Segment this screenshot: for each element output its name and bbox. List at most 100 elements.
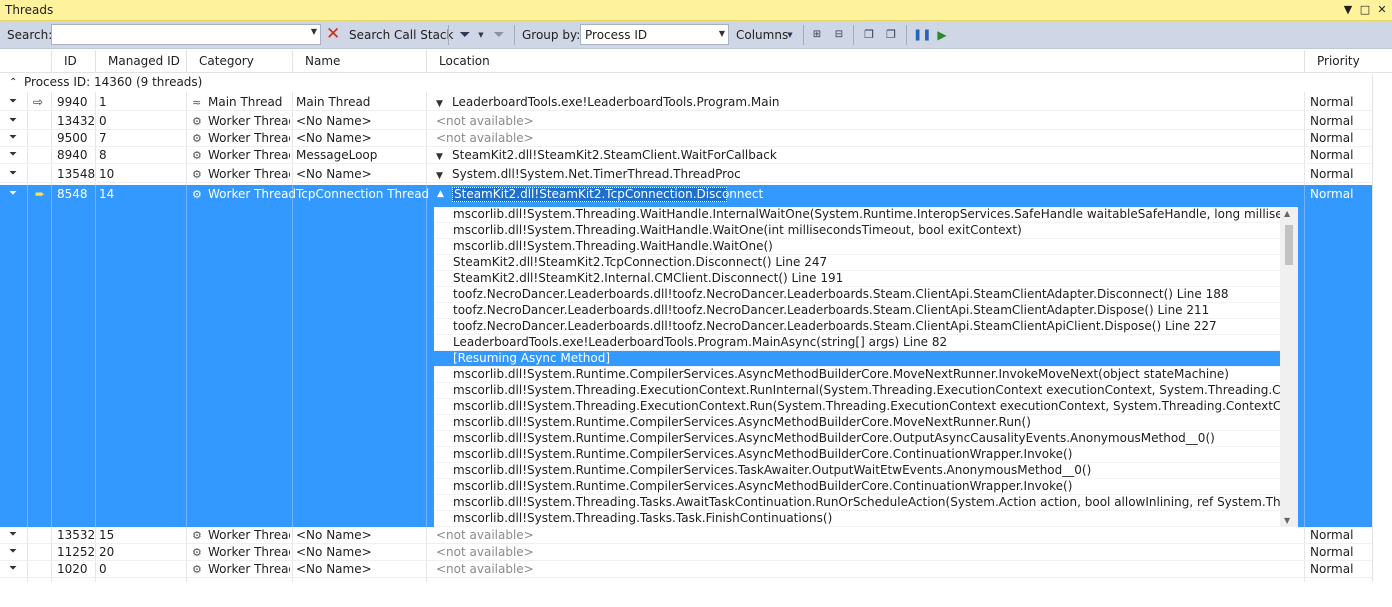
call-stack-scrollbar[interactable]: ▲ ▼	[1280, 207, 1298, 527]
worker-thread-icon: ⚙	[192, 563, 202, 576]
stack-frame[interactable]: mscorlib.dll!System.Runtime.CompilerServ…	[434, 479, 1280, 495]
stack-frame[interactable]: mscorlib.dll!System.Threading.Tasks.Awai…	[434, 495, 1280, 511]
chevron-down-icon[interactable]: ▼	[436, 96, 452, 111]
chevron-down-icon[interactable]: ▼	[719, 29, 725, 38]
call-stack-list[interactable]: mscorlib.dll!System.Threading.WaitHandle…	[434, 207, 1298, 527]
flag-icon[interactable]: ⏷	[9, 186, 17, 203]
thread-row[interactable]: ⏷ 9500 7 ⚙ Worker Thread <No Name> <not a…	[0, 130, 1392, 147]
filter-off-icon[interactable]: ⏷	[491, 26, 507, 44]
thread-row[interactable]: ⏷ 1020 0 ⚙ Worker Thread <No Name> <not a…	[0, 561, 1392, 578]
managed-id: 1	[99, 95, 107, 109]
stack-frame[interactable]: mscorlib.dll!System.Runtime.CompilerServ…	[434, 415, 1280, 431]
thread-name: <No Name>	[296, 167, 372, 181]
dropdown-icon[interactable]: ▼	[1340, 2, 1356, 18]
search-call-stack-button[interactable]: Search Call Stack	[349, 28, 453, 42]
thread-row[interactable]: ⏷ 8940 8 ⚙ Worker Thread MessageLoop ▼ Ste…	[0, 147, 1392, 164]
scroll-down-icon[interactable]: ▼	[1284, 516, 1290, 525]
chevron-up-icon[interactable]: ▲	[437, 186, 444, 203]
category-label: Worker Thread	[208, 187, 297, 201]
priority: Normal	[1310, 562, 1354, 576]
grid-line	[51, 185, 52, 527]
column-header-category[interactable]: Category	[186, 50, 292, 73]
group-by-value: Process ID	[585, 28, 648, 42]
columns-button[interactable]: Columns	[736, 28, 788, 42]
expand-all-icon[interactable]: ⊞	[810, 26, 824, 44]
grid-line	[426, 185, 427, 527]
column-header-managed-id[interactable]: Managed ID	[95, 50, 186, 73]
worker-thread-icon: ⚙	[192, 529, 202, 542]
stack-frame[interactable]: SteamKit2.dll!SteamKit2.Internal.CMClien…	[434, 271, 1280, 287]
stack-frame[interactable]: mscorlib.dll!System.Threading.WaitHandle…	[434, 223, 1280, 239]
thread-name: MessageLoop	[296, 148, 378, 162]
group-by-select[interactable]: Process ID ▼	[580, 24, 729, 45]
stack-frame[interactable]: toofz.NecroDancer.Leaderboards.dll!toofz…	[434, 303, 1280, 319]
stack-frame[interactable]: mscorlib.dll!System.Runtime.CompilerServ…	[434, 431, 1280, 447]
close-icon[interactable]: ✕	[1374, 2, 1390, 18]
freeze-threads-icon[interactable]: ❚❚	[913, 26, 931, 44]
thread-id: 11252	[57, 545, 95, 559]
flag-icon[interactable]: ⏷	[9, 147, 23, 164]
maximize-icon[interactable]: □	[1357, 2, 1373, 18]
scrollbar-thumb[interactable]	[1285, 225, 1293, 265]
column-header-location[interactable]: Location	[426, 50, 1304, 73]
column-header-id[interactable]: ID	[51, 50, 95, 73]
column-header-name[interactable]: Name	[292, 50, 426, 73]
chevron-down-icon[interactable]: ▼	[311, 27, 317, 36]
expand-callstacks-icon[interactable]: ❐	[861, 26, 877, 44]
category-cell: ⚙ Worker Thread	[192, 113, 290, 130]
filter-icon[interactable]: ⏷	[457, 26, 473, 44]
category-cell: ⚙ Worker Thread	[192, 147, 290, 164]
managed-id: 20	[99, 545, 115, 559]
location-cell[interactable]: ▼ LeaderboardTools.exe!LeaderboardTools.P…	[436, 94, 1296, 111]
thread-name: <No Name>	[296, 528, 372, 542]
stack-frame[interactable]: mscorlib.dll!System.Threading.ExecutionC…	[434, 383, 1280, 399]
flag-icon[interactable]: ⏷	[9, 94, 23, 111]
header-flag-col[interactable]	[27, 50, 51, 73]
stack-frame[interactable]: mscorlib.dll!System.Runtime.CompilerServ…	[434, 463, 1280, 479]
stack-frame[interactable]: mscorlib.dll!System.Threading.WaitHandle…	[434, 239, 1280, 255]
scroll-up-icon[interactable]: ▲	[1284, 209, 1290, 218]
flag-icon[interactable]: ⏷	[9, 113, 23, 130]
stack-frame[interactable]: mscorlib.dll!System.Threading.WaitHandle…	[434, 207, 1280, 223]
collapse-arrow-icon[interactable]: ⌃	[9, 74, 17, 91]
stack-frame[interactable]: toofz.NecroDancer.Leaderboards.dll!toofz…	[434, 287, 1280, 303]
collapse-callstacks-icon[interactable]: ❐	[883, 26, 899, 44]
thread-id: 9940	[57, 95, 88, 109]
flag-icon[interactable]: ⏷	[9, 544, 23, 561]
thread-row[interactable]: ⏷ 13532 15 ⚙ Worker Thread <No Name> <not…	[0, 527, 1392, 544]
search-input[interactable]	[52, 25, 302, 44]
clear-search-icon[interactable]: ✕	[326, 25, 340, 43]
thread-row[interactable]: ⏷ ⇨ 9940 1 ≈ Main Thread Main Thread ▼ Lea…	[0, 94, 1392, 111]
selected-thread-row[interactable]: ⏷ ➨ 8548 14 ⚙ Worker Thread TcpConnection…	[0, 186, 1392, 203]
managed-id: 7	[99, 131, 107, 145]
group-header[interactable]: ⌃ Process ID: 14360 (9 threads)	[0, 74, 1392, 92]
collapse-all-icon[interactable]: ⊟	[832, 26, 846, 44]
flag-icon[interactable]: ⏷	[9, 527, 23, 544]
stack-frame[interactable]: mscorlib.dll!System.Threading.Tasks.Task…	[434, 511, 1280, 527]
thaw-threads-icon[interactable]: ▶	[935, 26, 949, 44]
thread-row[interactable]: ⏷ 11252 20 ⚙ Worker Thread <No Name> <not…	[0, 544, 1392, 561]
flag-icon[interactable]: ⏷	[9, 166, 23, 183]
separator	[448, 25, 449, 45]
thread-row[interactable]: ⏷ 13432 0 ⚙ Worker Thread <No Name> <not …	[0, 113, 1392, 130]
chevron-down-icon[interactable]: ▼	[436, 149, 452, 164]
chevron-down-icon[interactable]: ▼	[785, 26, 795, 44]
stack-frame[interactable]: mscorlib.dll!System.Runtime.CompilerServ…	[434, 367, 1280, 383]
location-cell[interactable]: ▼ System.dll!System.Net.TimerThread.Threa…	[436, 166, 1296, 183]
stack-frame[interactable]: toofz.NecroDancer.Leaderboards.dll!toofz…	[434, 319, 1280, 335]
managed-id: 8	[99, 148, 107, 162]
stack-frame-selected[interactable]: [Resuming Async Method]	[434, 351, 1280, 367]
thread-id: 8940	[57, 148, 88, 162]
chevron-down-icon[interactable]: ▼	[476, 26, 486, 44]
column-header-priority[interactable]: Priority	[1304, 50, 1370, 73]
thread-row[interactable]: ⏷ 13548 10 ⚙ Worker Thread <No Name> ▼ Sys…	[0, 166, 1392, 183]
flag-icon[interactable]: ⏷	[9, 561, 23, 578]
flag-icon[interactable]: ⏷	[9, 130, 23, 147]
stack-frame[interactable]: SteamKit2.dll!SteamKit2.TcpConnection.Di…	[434, 255, 1280, 271]
stack-frame[interactable]: mscorlib.dll!System.Threading.ExecutionC…	[434, 399, 1280, 415]
stack-frame[interactable]: mscorlib.dll!System.Runtime.CompilerServ…	[434, 447, 1280, 463]
stack-frame[interactable]: LeaderboardTools.exe!LeaderboardTools.Pr…	[434, 335, 1280, 351]
chevron-down-icon[interactable]: ▼	[436, 168, 452, 183]
location-cell[interactable]: ▼ SteamKit2.dll!SteamKit2.SteamClient.Wai…	[436, 147, 1296, 164]
search-combobox[interactable]: ▼	[51, 24, 321, 45]
